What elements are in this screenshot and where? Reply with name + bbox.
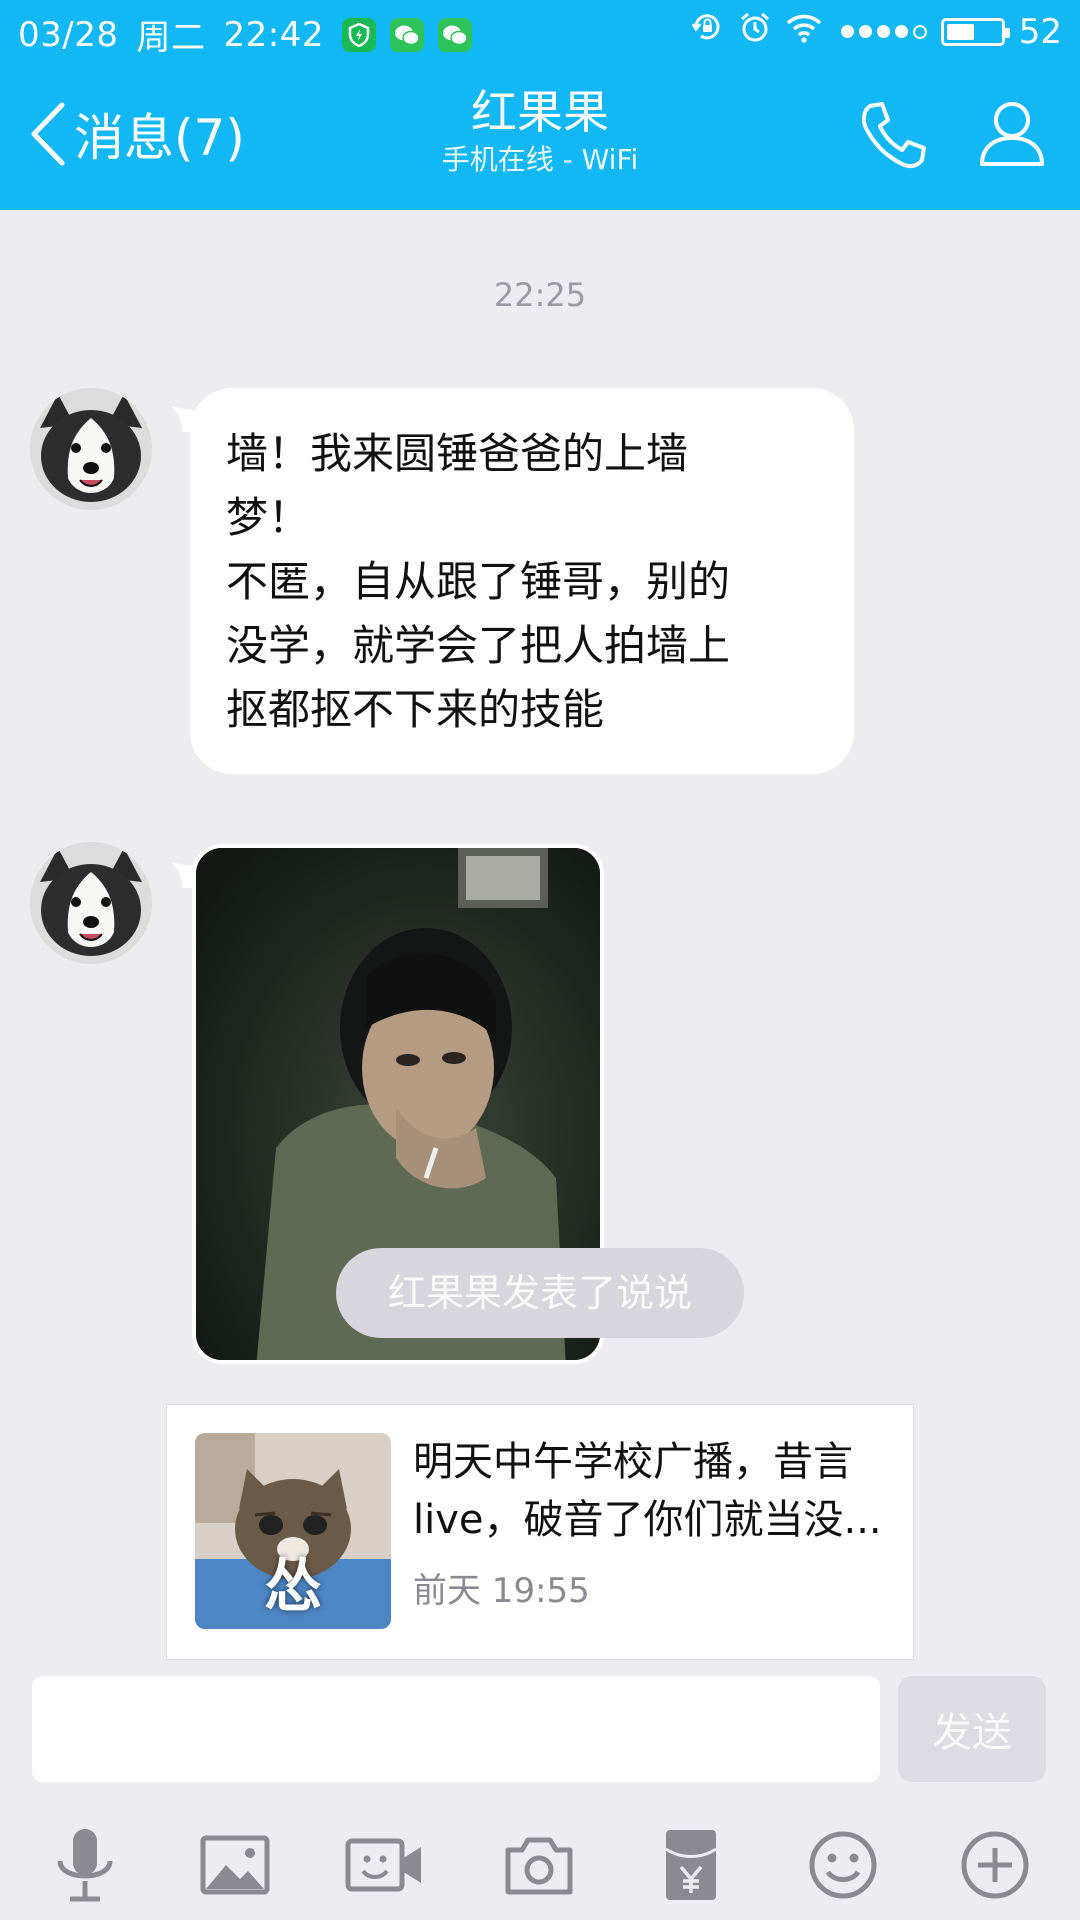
message-line: 梦！ <box>226 493 311 542</box>
wechat-icon <box>389 17 424 52</box>
status-time: 22:42 <box>223 14 324 55</box>
chat-area[interactable]: 22:25 墙！我来圆锤爸爸的上墙 梦！ 不匿，自从跟了锤哥，别的 没学，就学会… <box>0 210 1080 1676</box>
chat-toolbar <box>0 1800 1080 1920</box>
emoji-icon[interactable] <box>802 1824 884 1906</box>
contact-avatar[interactable] <box>30 388 152 510</box>
battery-percent: 52 <box>1018 11 1062 52</box>
signal-strength-icon <box>836 24 927 39</box>
plus-icon[interactable] <box>954 1824 1036 1906</box>
message-line: 没学，就学会了把人拍墙上 <box>226 621 731 670</box>
camera-icon[interactable] <box>498 1824 580 1906</box>
message-line: 墙！我来圆锤爸爸的上墙 <box>226 429 689 478</box>
post-text: 明天中午学校广播，昔言 <box>413 1439 853 1485</box>
security-shield-icon <box>341 17 376 52</box>
red-packet-icon[interactable] <box>650 1824 732 1906</box>
microphone-icon[interactable] <box>44 1824 126 1906</box>
send-button[interactable]: 发送 <box>898 1676 1046 1782</box>
post-thumbnail-caption: 怂 <box>263 1552 322 1620</box>
message-line: 不匿，自从跟了锤哥，别的 <box>226 557 731 606</box>
status-weekday: 周二 <box>136 18 206 58</box>
video-call-icon[interactable] <box>344 1824 426 1906</box>
text-message-bubble[interactable]: 墙！我来圆锤爸爸的上墙 梦！ 不匿，自从跟了锤哥，别的 没学，就学会了把人拍墙上… <box>190 388 854 774</box>
alarm-icon <box>738 10 772 53</box>
battery-icon <box>940 17 1010 46</box>
rotation-lock-icon <box>690 10 724 53</box>
shared-post-card[interactable]: 怂 明天中午学校广播，昔言 live，破音了你们就当没... 前天 19:55 <box>166 1404 914 1660</box>
image-icon[interactable] <box>194 1824 276 1906</box>
phone-call-button[interactable] <box>856 98 932 178</box>
message-line: 抠都抠不下来的技能 <box>226 685 605 734</box>
profile-button[interactable] <box>976 96 1048 172</box>
post-text: live，破音了你们就当没... <box>413 1497 882 1543</box>
status-bar: 03/28 周二 22:42 52 <box>0 0 1080 62</box>
status-date: 03/28 <box>18 14 119 55</box>
post-thumbnail: 怂 <box>195 1433 391 1629</box>
contact-avatar[interactable] <box>30 842 152 964</box>
message-timestamp: 22:25 <box>493 276 587 314</box>
input-row: 发送 <box>0 1676 1080 1794</box>
nav-bar: 消息(7) 红果果 手机在线 - WiFi <box>0 62 1080 210</box>
person-icon <box>980 102 1044 166</box>
phone-icon <box>861 102 926 169</box>
wechat-icon <box>437 17 472 52</box>
message-input[interactable] <box>32 1676 880 1782</box>
system-notice: 红果果发表了说说 <box>336 1248 744 1338</box>
post-time: 前天 19:55 <box>413 1571 590 1611</box>
wifi-icon <box>786 12 822 52</box>
